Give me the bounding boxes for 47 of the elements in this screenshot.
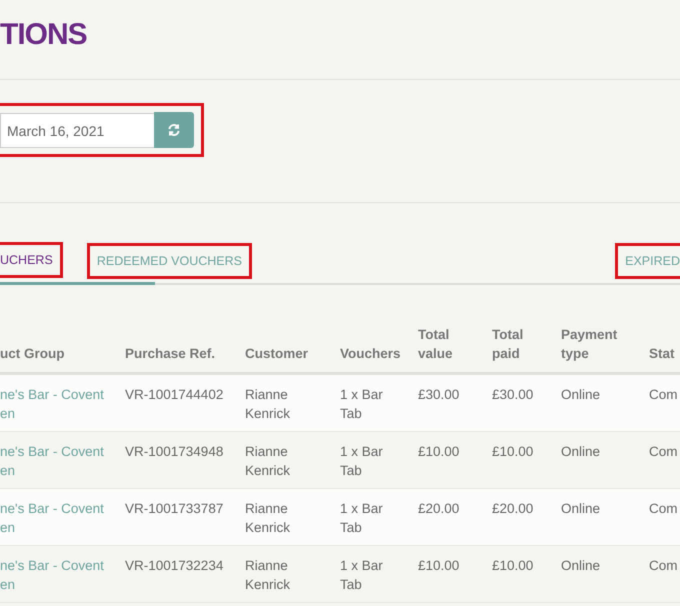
table-cell-text: £20.00 [492, 500, 534, 518]
table-cell-text: 1 x Bar Tab [340, 557, 384, 594]
table-cell-text: VR-1001734948 [125, 443, 224, 461]
table-cell-text: £20.00 [418, 500, 460, 518]
table-cell-text: £30.00 [492, 386, 534, 404]
table-cell-text: VR-1001733787 [125, 500, 224, 518]
product-group-link[interactable]: ne's Bar - Covent en [0, 499, 119, 537]
table-cell-text: VR-1001732234 [125, 557, 224, 575]
table-cell-text: Rianne Kenrick [245, 386, 292, 423]
column-header: Total value [418, 326, 454, 363]
tab[interactable]: UCHERS [0, 253, 53, 267]
table-cell-text: £10.00 [418, 557, 460, 575]
table-cell-text: Online [561, 443, 602, 461]
table-cell-text: Online [561, 557, 602, 575]
product-group-link[interactable]: ne's Bar - Covent en [0, 385, 119, 423]
table-cell-text: Com [649, 386, 679, 404]
column-header: Stat [649, 345, 676, 363]
column-header: Payment type [561, 326, 618, 363]
table-cell-text: Online [561, 386, 602, 404]
table-cell-text: £10.00 [492, 443, 534, 461]
tab[interactable]: EXPIRED [625, 254, 680, 268]
refresh-button[interactable] [154, 112, 194, 148]
page-title: TIONS [0, 17, 88, 53]
column-header: Customer [245, 345, 310, 363]
tab[interactable]: REDEEMED VOUCHERS [96, 254, 242, 268]
table-cell-text: £10.00 [492, 557, 534, 575]
table-cell-text: Rianne Kenrick [245, 557, 292, 594]
table-cell-text: £10.00 [418, 443, 460, 461]
table-cell-text: Com [649, 557, 679, 575]
product-group-link[interactable]: ne's Bar - Covent en [0, 556, 119, 594]
table-cell-text: Rianne Kenrick [245, 500, 292, 537]
column-header: uct Group [0, 345, 66, 363]
refresh-icon [167, 123, 181, 137]
product-group-link[interactable]: ne's Bar - Covent en [0, 442, 119, 480]
table-cell-text: Online [561, 500, 602, 518]
column-header: Total paid [492, 326, 524, 363]
table-cell-text: Com [649, 443, 679, 461]
date-field[interactable]: March 16, 2021 [0, 112, 154, 148]
table-cell-text: 1 x Bar Tab [340, 500, 384, 537]
table-cell-text: £30.00 [418, 386, 460, 404]
table-cell-text: 1 x Bar Tab [340, 386, 384, 423]
table-cell-text: Rianne Kenrick [245, 443, 292, 480]
column-header: Purchase Ref. [125, 345, 216, 363]
table-cell-text: VR-1001744402 [125, 386, 224, 404]
table-cell-text: 1 x Bar Tab [340, 443, 384, 480]
table-cell-text: Com [649, 500, 679, 518]
column-header: Vouchers [340, 345, 402, 363]
